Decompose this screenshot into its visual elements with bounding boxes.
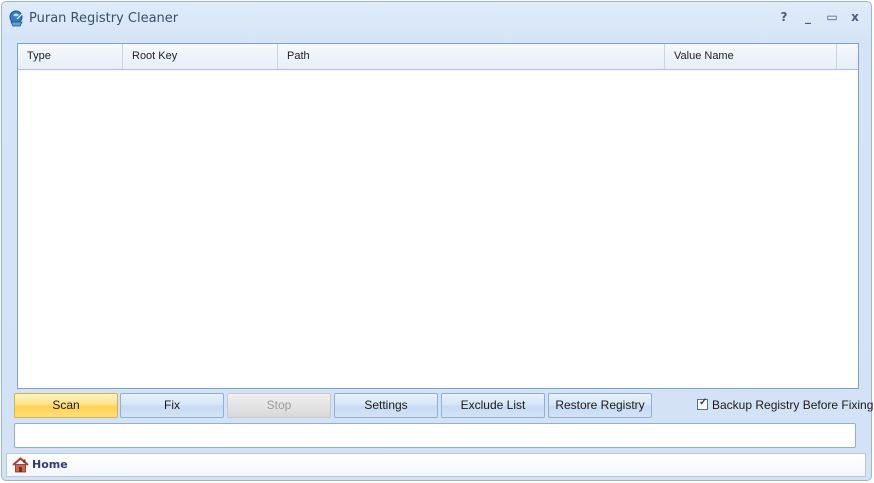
checkmark-icon: ✓ [699,397,708,408]
home-bar[interactable]: Home [6,453,866,477]
grid-header: Type Root Key Path Value Name [18,44,858,70]
home-icon [12,457,29,473]
status-field [14,423,856,448]
stop-button: Stop [227,393,331,418]
window-title: Puran Registry Cleaner [29,11,179,26]
column-header-type[interactable]: Type [18,44,123,69]
scan-button[interactable]: Scan [14,393,118,418]
grid-body[interactable] [18,70,858,388]
fix-button[interactable]: Fix [120,393,224,418]
home-link[interactable]: Home [32,458,68,471]
maximize-button[interactable]: ▭ [822,8,842,26]
results-grid[interactable]: Type Root Key Path Value Name [17,43,859,389]
backup-option[interactable]: ✓ Backup Registry Before Fixing [697,397,873,412]
title-bar[interactable]: Puran Registry Cleaner ? _ ▭ x [2,2,871,36]
column-header-root-key[interactable]: Root Key [123,44,278,69]
exclude-list-button[interactable]: Exclude List [441,393,545,418]
help-button[interactable]: ? [774,8,794,26]
column-header-path[interactable]: Path [278,44,665,69]
settings-button[interactable]: Settings [334,393,438,418]
close-button[interactable]: x [845,8,865,26]
minimize-button[interactable]: _ [798,8,818,26]
column-header-value-name[interactable]: Value Name [665,44,837,69]
backup-checkbox-label[interactable]: Backup Registry Before Fixing [712,398,873,412]
registry-cleaner-app-icon [9,10,23,27]
restore-registry-button[interactable]: Restore Registry [548,393,652,418]
backup-checkbox[interactable]: ✓ [697,397,708,410]
